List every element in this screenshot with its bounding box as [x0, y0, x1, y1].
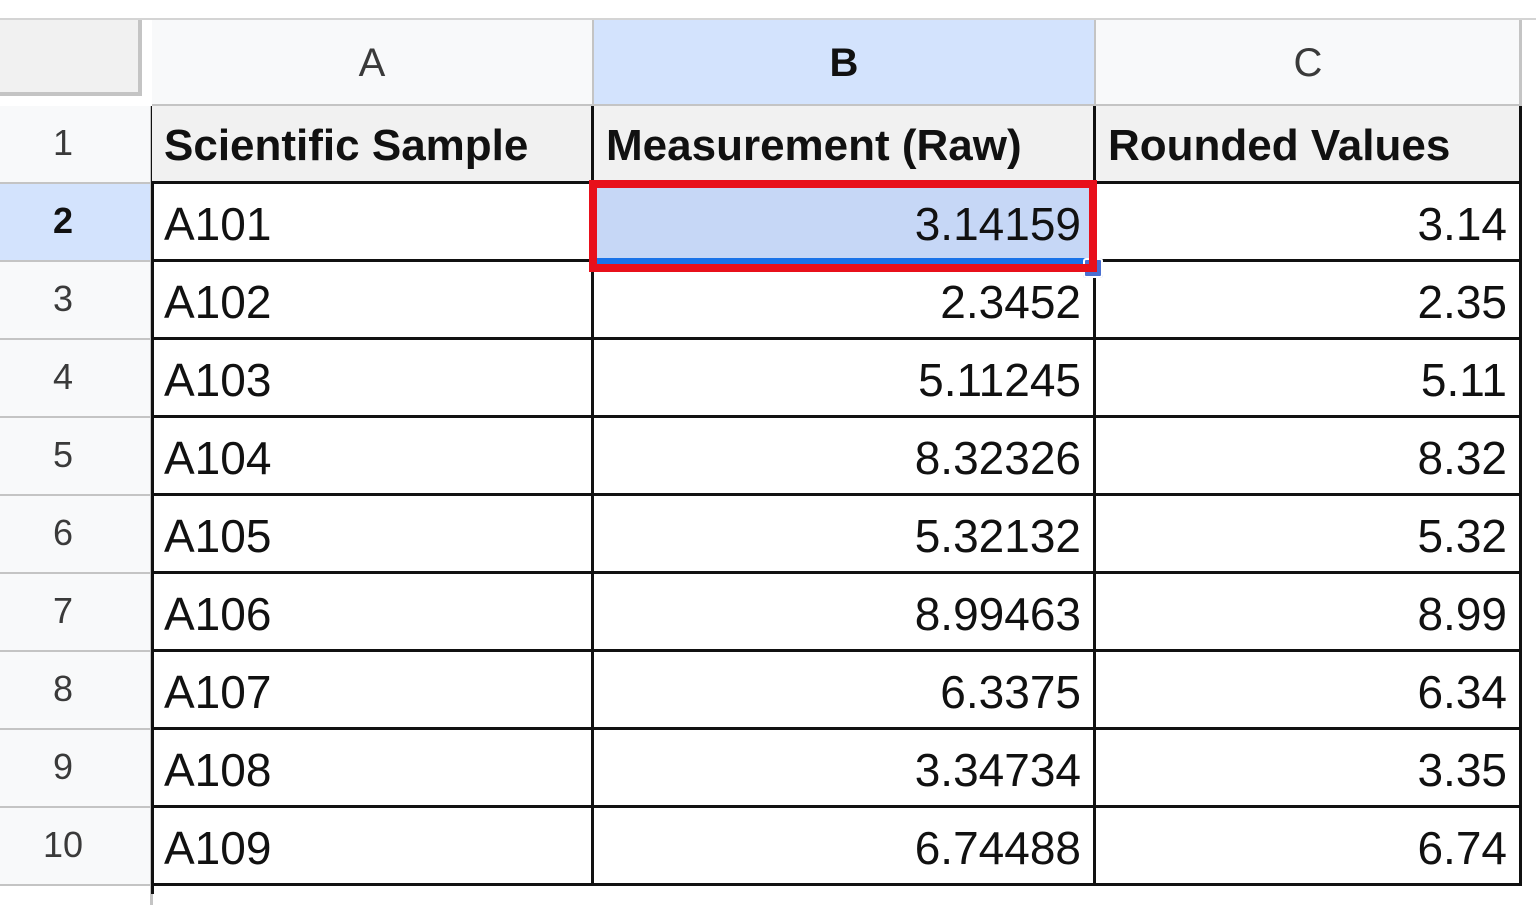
row-header-5[interactable]: 5: [0, 418, 152, 496]
cell-c1[interactable]: Rounded Values: [1096, 106, 1522, 184]
select-all-corner[interactable]: [0, 20, 142, 96]
row-header-10[interactable]: 10: [0, 808, 152, 886]
cell-a8[interactable]: A107: [152, 652, 594, 730]
cell-a7[interactable]: A106: [152, 574, 594, 652]
row-header-8[interactable]: 8: [0, 652, 152, 730]
column-divider: [1519, 20, 1521, 106]
row-header-7[interactable]: 7: [0, 574, 152, 652]
column-header-c[interactable]: C: [1096, 20, 1522, 106]
cell-c2[interactable]: 3.14: [1096, 184, 1522, 262]
cell-b9[interactable]: 3.34734: [594, 730, 1096, 808]
cell-c4[interactable]: 5.11: [1096, 340, 1522, 418]
spreadsheet-grid: A B C 1 2 3 4 5 6 7 8 9 10 Scientific Sa…: [0, 0, 1536, 905]
cell-b5[interactable]: 8.32326: [594, 418, 1096, 496]
cell-a9[interactable]: A108: [152, 730, 594, 808]
fill-handle[interactable]: [1083, 258, 1103, 278]
cell-c6[interactable]: 5.32: [1096, 496, 1522, 574]
toolbar-edge: [0, 0, 1536, 20]
row-header-1[interactable]: 1: [0, 106, 152, 184]
cell-a10[interactable]: A109: [152, 808, 594, 886]
cell-a2[interactable]: A101: [152, 184, 594, 262]
cell-b1[interactable]: Measurement (Raw): [594, 106, 1096, 184]
row-header-2[interactable]: 2: [0, 184, 152, 262]
cell-b6[interactable]: 5.32132: [594, 496, 1096, 574]
cell-b4[interactable]: 5.11245: [594, 340, 1096, 418]
row-header-4[interactable]: 4: [0, 340, 152, 418]
column-header-b[interactable]: B: [594, 20, 1096, 106]
cell-c3[interactable]: 2.35: [1096, 262, 1522, 340]
cell-b2-active[interactable]: 3.14159: [594, 184, 1096, 262]
cell-c7[interactable]: 8.99: [1096, 574, 1522, 652]
row-header-6[interactable]: 6: [0, 496, 152, 574]
cell-b10[interactable]: 6.74488: [594, 808, 1096, 886]
column-header-a[interactable]: A: [152, 20, 594, 106]
cell-a5[interactable]: A104: [152, 418, 594, 496]
cell-a1[interactable]: Scientific Sample: [152, 106, 594, 184]
cell-a3[interactable]: A102: [152, 262, 594, 340]
cell-c9[interactable]: 3.35: [1096, 730, 1522, 808]
cell-a6[interactable]: A105: [152, 496, 594, 574]
cell-a4[interactable]: A103: [152, 340, 594, 418]
corner-gap: [0, 96, 152, 106]
cell-c5[interactable]: 8.32: [1096, 418, 1522, 496]
cell-c10[interactable]: 6.74: [1096, 808, 1522, 886]
cell-b3[interactable]: 2.3452: [594, 262, 1096, 340]
cell-b7[interactable]: 8.99463: [594, 574, 1096, 652]
row-header-3[interactable]: 3: [0, 262, 152, 340]
cell-b8[interactable]: 6.3375: [594, 652, 1096, 730]
row-header-9[interactable]: 9: [0, 730, 152, 808]
cell-c8[interactable]: 6.34: [1096, 652, 1522, 730]
selection-border: [594, 258, 1086, 264]
